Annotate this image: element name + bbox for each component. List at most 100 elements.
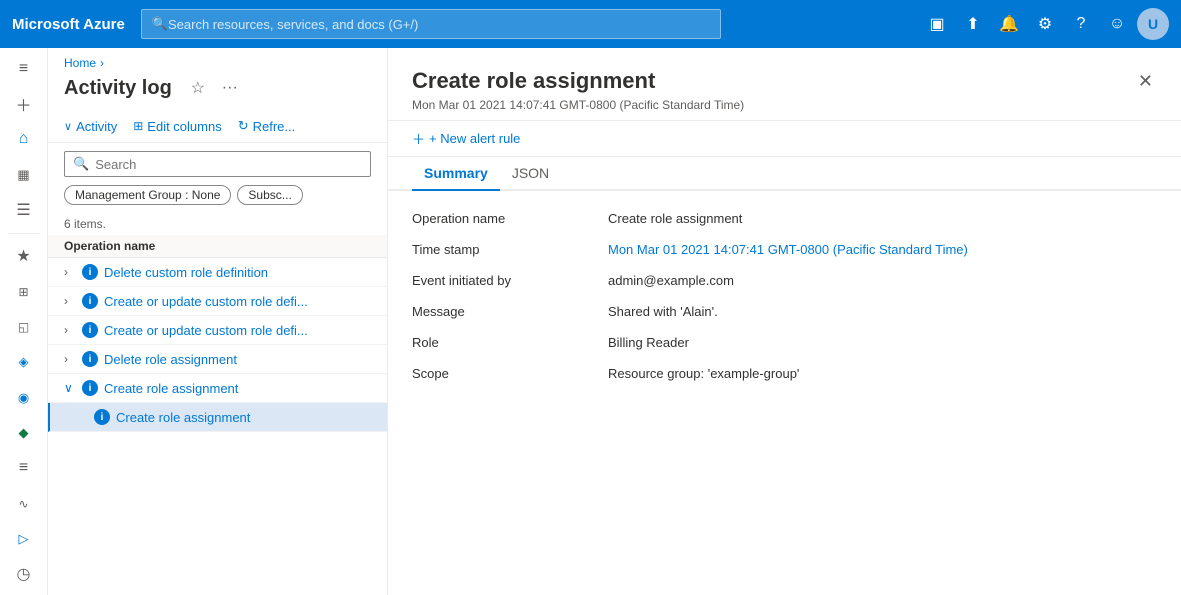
detail-row-message: Message Shared with 'Alain'.: [412, 304, 1157, 319]
detail-row-initiatedby: Event initiated by admin@example.com: [412, 273, 1157, 288]
edit-columns-button[interactable]: ⊞ Edit columns: [133, 115, 221, 138]
table-header: Operation name: [48, 235, 387, 258]
list-item[interactable]: › i Delete custom role definition: [48, 258, 387, 287]
field-label-initiatedby: Event initiated by: [412, 273, 592, 288]
sidebar-resource-groups-button[interactable]: ◱: [4, 310, 44, 343]
list-item[interactable]: i Create role assignment: [48, 403, 387, 432]
filter-tags: Management Group : None Subsc...: [48, 185, 387, 213]
detail-title-group: Create role assignment Mon Mar 01 2021 1…: [412, 68, 744, 112]
user-avatar[interactable]: U: [1137, 8, 1169, 40]
sidebar-favorites-button[interactable]: ★: [4, 240, 44, 273]
sidebar-pipelines-button[interactable]: ▷: [4, 522, 44, 555]
refresh-button[interactable]: ↻ Refre...: [238, 114, 296, 138]
tab-summary[interactable]: Summary: [412, 157, 500, 191]
list-items: › i Delete custom role definition › i Cr…: [48, 258, 387, 595]
info-icon: i: [94, 409, 110, 425]
tab-json[interactable]: JSON: [500, 157, 561, 191]
management-group-filter[interactable]: Management Group : None: [64, 185, 231, 205]
sidebar-create-button[interactable]: ＋: [4, 87, 44, 120]
list-item-text: Create or update custom role defi...: [104, 323, 308, 338]
plus-icon: ＋: [412, 129, 425, 148]
detail-actions: ＋ + New alert rule: [388, 121, 1181, 157]
info-icon: i: [82, 293, 98, 309]
items-count: 6 items.: [48, 213, 387, 235]
sidebar-all-services-button[interactable]: ☰: [4, 193, 44, 226]
detail-row-operation: Operation name Create role assignment: [412, 211, 1157, 226]
settings-button[interactable]: ⚙: [1029, 8, 1061, 40]
chevron-down-icon: ∨: [64, 381, 76, 395]
search-icon: 🔍: [73, 156, 89, 172]
sidebar-devops-button[interactable]: ∿: [4, 487, 44, 520]
sidebar-security-button[interactable]: ◆: [4, 416, 44, 449]
sidebar-collapse-button[interactable]: ≡: [4, 52, 44, 85]
sidebar-sql-button[interactable]: ◈: [4, 346, 44, 379]
refresh-icon: ↻: [238, 118, 249, 134]
detail-panel: Create role assignment Mon Mar 01 2021 1…: [388, 48, 1181, 595]
subscription-filter[interactable]: Subsc...: [237, 185, 302, 205]
main-content: Home › Activity log ☆ ··· ∨ Activity: [48, 48, 1181, 595]
detail-row-timestamp: Time stamp Mon Mar 01 2021 14:07:41 GMT-…: [412, 242, 1157, 257]
columns-icon: ⊞: [133, 119, 143, 133]
detail-header: Create role assignment Mon Mar 01 2021 1…: [388, 48, 1181, 121]
sidebar-monitor-button[interactable]: ◷: [4, 558, 44, 591]
info-icon: i: [82, 264, 98, 280]
activity-log-panel: Home › Activity log ☆ ··· ∨ Activity: [48, 48, 388, 595]
sidebar-network-button[interactable]: ◉: [4, 381, 44, 414]
breadcrumb-home[interactable]: Home: [64, 56, 96, 70]
list-item-text: Create role assignment: [104, 381, 238, 396]
new-alert-label: + New alert rule: [429, 131, 520, 146]
activity-dropdown[interactable]: ∨ Activity: [64, 115, 117, 138]
chevron-right-icon: ›: [64, 265, 76, 279]
list-item-text: Create role assignment: [116, 410, 250, 425]
pin-button[interactable]: ☆: [184, 74, 212, 102]
list-item[interactable]: › i Create or update custom role defi...: [48, 287, 387, 316]
field-label-role: Role: [412, 335, 592, 350]
sidebar-menu2-button[interactable]: ≡: [4, 452, 44, 485]
global-search-input[interactable]: [168, 17, 710, 32]
list-item[interactable]: › i Create or update custom role defi...: [48, 316, 387, 345]
info-icon: i: [82, 380, 98, 396]
info-icon: i: [82, 351, 98, 367]
top-navigation: Microsoft Azure 🔍 ▣ ⬆ 🔔 ⚙ ? ☺ U: [0, 0, 1181, 48]
info-icon: i: [82, 322, 98, 338]
field-value-scope: Resource group: 'example-group': [608, 366, 1157, 381]
field-label-timestamp: Time stamp: [412, 242, 592, 257]
breadcrumb-separator: ›: [100, 56, 104, 70]
search-input[interactable]: [95, 157, 362, 172]
sidebar-home-button[interactable]: ⌂: [4, 123, 44, 156]
list-item[interactable]: › i Delete role assignment: [48, 345, 387, 374]
detail-content: Operation name Create role assignment Ti…: [388, 191, 1181, 595]
feedback-button[interactable]: ☺: [1101, 8, 1133, 40]
field-value-message: Shared with 'Alain'.: [608, 304, 1157, 319]
search-bar[interactable]: 🔍: [64, 151, 371, 177]
field-value-role: Billing Reader: [608, 335, 1157, 350]
field-label-scope: Scope: [412, 366, 592, 381]
detail-title: Create role assignment: [412, 68, 744, 94]
detail-tabs: Summary JSON: [388, 157, 1181, 191]
more-options-button[interactable]: ···: [216, 74, 244, 102]
chevron-right-icon: ›: [64, 352, 76, 366]
search-icon: 🔍: [152, 16, 168, 32]
panel-header-actions: ☆ ···: [184, 74, 244, 102]
new-alert-rule-button[interactable]: ＋ + New alert rule: [412, 129, 520, 148]
field-value-initiatedby: admin@example.com: [608, 273, 1157, 288]
notifications-button[interactable]: 🔔: [993, 8, 1025, 40]
toolbar: ∨ Activity ⊞ Edit columns ↻ Refre...: [48, 110, 387, 143]
sidebar-marketplace-button[interactable]: ⊞: [4, 275, 44, 308]
sidebar-dashboard-button[interactable]: ▦: [4, 158, 44, 191]
panel-header: Activity log ☆ ···: [48, 70, 387, 110]
app-layout: ≡ ＋ ⌂ ▦ ☰ ★ ⊞ ◱ ◈ ◉ ◆ ≡ ∿ ▷ ◷ Home › Act…: [0, 48, 1181, 595]
field-value-timestamp[interactable]: Mon Mar 01 2021 14:07:41 GMT-0800 (Pacif…: [608, 242, 1157, 257]
app-brand: Microsoft Azure: [12, 16, 125, 33]
global-search[interactable]: 🔍: [141, 9, 721, 39]
cloud-shell-button[interactable]: ▣: [921, 8, 953, 40]
detail-row-scope: Scope Resource group: 'example-group': [412, 366, 1157, 381]
field-label-message: Message: [412, 304, 592, 319]
close-button[interactable]: ✕: [1134, 68, 1157, 94]
edit-columns-label: Edit columns: [147, 119, 221, 134]
nav-icon-group: ▣ ⬆ 🔔 ⚙ ? ☺ U: [921, 8, 1169, 40]
list-item[interactable]: ∨ i Create role assignment: [48, 374, 387, 403]
upload-button[interactable]: ⬆: [957, 8, 989, 40]
activity-label: Activity: [76, 119, 117, 134]
help-button[interactable]: ?: [1065, 8, 1097, 40]
